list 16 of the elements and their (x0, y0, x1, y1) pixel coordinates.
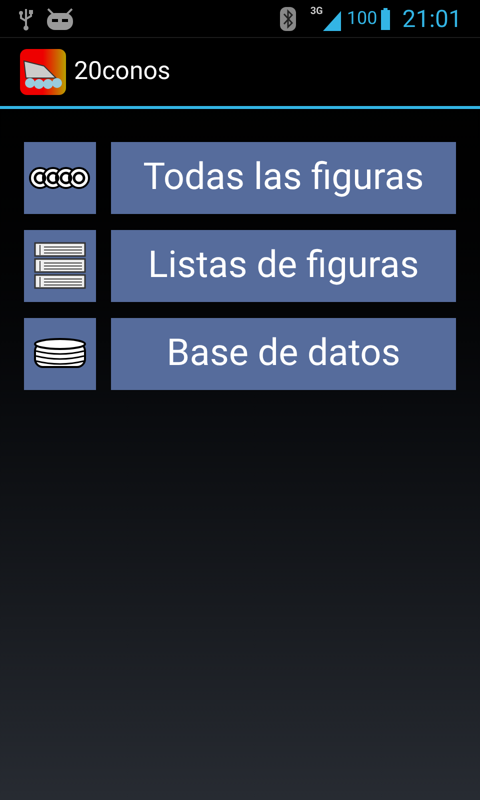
clock: 21:01 (402, 4, 462, 34)
menu-button[interactable]: Todas las figuras (111, 142, 456, 214)
menu-button[interactable]: Base de datos (111, 318, 456, 390)
network-type: 3G (310, 6, 323, 16)
battery-icon (381, 8, 390, 30)
list-icon[interactable] (24, 230, 96, 302)
bluetooth-icon (280, 6, 296, 30)
battery-level: 100 (346, 7, 378, 31)
usb-icon (18, 6, 34, 30)
cones-icon[interactable] (24, 142, 96, 214)
database-icon[interactable] (24, 318, 96, 390)
app-title: 20conos (74, 56, 170, 88)
menu-button[interactable]: Listas de figuras (111, 230, 456, 302)
robot-icon (46, 6, 74, 30)
app-logo (20, 49, 66, 95)
signal-icon (322, 10, 341, 30)
